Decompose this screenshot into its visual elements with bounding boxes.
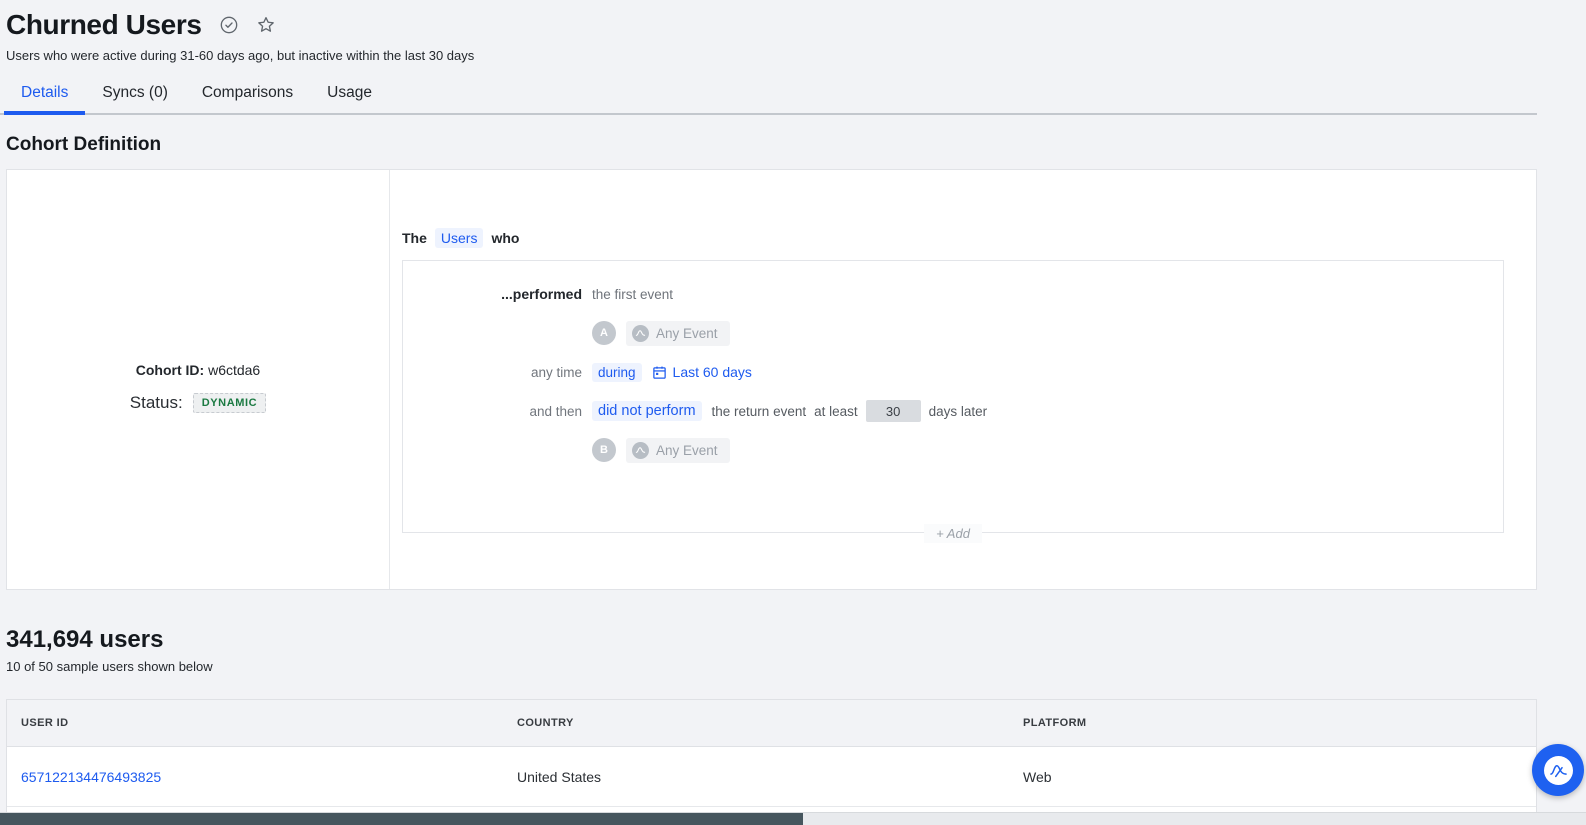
- first-event-hint: the first event: [592, 287, 673, 302]
- event-b-row: B Any Event: [403, 436, 1503, 464]
- clause-b-badge: B: [592, 438, 616, 462]
- tab-usage[interactable]: Usage: [310, 76, 389, 115]
- cohort-id: Cohort ID: w6ctda6: [136, 362, 260, 378]
- days-later-text: days later: [929, 404, 988, 419]
- horizontal-scrollbar-thumb[interactable]: [0, 813, 803, 825]
- tab-syncs[interactable]: Syncs (0): [85, 76, 184, 115]
- tabs-bar: Details Syncs (0) Comparisons Usage: [0, 76, 1537, 115]
- performed-label: ...performed: [403, 286, 582, 302]
- assistant-button[interactable]: [1532, 744, 1584, 796]
- sample-users-table: USER ID COUNTRY PLATFORM 657122134476493…: [6, 699, 1537, 822]
- date-range-label: Last 60 days: [673, 364, 752, 380]
- column-header-user-id: USER ID: [7, 717, 509, 729]
- return-event-text: the return event: [712, 404, 807, 419]
- table-row: 657122134476493825 United States Web: [7, 747, 1536, 807]
- cohort-definition-card: Cohort ID: w6ctda6 Status: DYNAMIC The U…: [6, 169, 1537, 590]
- any-event-icon: [632, 325, 649, 342]
- user-count-heading: 341,694 users: [6, 626, 1537, 654]
- cohort-meta-panel: Cohort ID: w6ctda6 Status: DYNAMIC: [7, 170, 390, 589]
- page-subtitle: Users who were active during 31-60 days …: [6, 48, 1537, 63]
- days-input[interactable]: [866, 400, 921, 422]
- add-clause-button[interactable]: + Add: [924, 524, 982, 543]
- then-row: and then did not perform the return even…: [403, 397, 1503, 425]
- event-a-label: Any Event: [656, 326, 718, 341]
- timeframe-row: any time during Last 60 days: [403, 358, 1503, 386]
- calendar-icon: [652, 365, 667, 380]
- column-header-platform: PLATFORM: [1015, 717, 1536, 729]
- clause-a-badge: A: [592, 321, 616, 345]
- status-label: Status:: [130, 393, 183, 413]
- verified-check-icon[interactable]: [219, 15, 239, 35]
- status-badge: DYNAMIC: [193, 393, 267, 413]
- tab-comparisons[interactable]: Comparisons: [185, 76, 310, 115]
- country-cell: United States: [509, 769, 1015, 785]
- any-event-icon: [632, 442, 649, 459]
- cohort-id-value: w6ctda6: [208, 362, 260, 378]
- amplitude-logo-icon: [1544, 756, 1573, 785]
- date-range-selector[interactable]: Last 60 days: [652, 364, 752, 380]
- horizontal-scrollbar-track[interactable]: [0, 812, 1586, 825]
- cohort-status: Status: DYNAMIC: [130, 393, 266, 413]
- cohort-builder-panel: The Users who ...performed the first eve…: [390, 170, 1536, 589]
- page-header: Churned Users Users who were active duri…: [0, 0, 1537, 63]
- did-not-perform-selector[interactable]: did not perform: [592, 401, 702, 421]
- event-b-label: Any Event: [656, 443, 718, 458]
- table-header-row: USER ID COUNTRY PLATFORM: [7, 700, 1536, 747]
- sample-users-note: 10 of 50 sample users shown below: [6, 659, 1537, 674]
- page-title: Churned Users: [6, 9, 202, 41]
- main-content: Churned Users Users who were active duri…: [0, 0, 1537, 822]
- favorite-star-icon[interactable]: [256, 15, 276, 35]
- sentence-prefix: The: [402, 230, 427, 246]
- event-a-selector[interactable]: Any Event: [626, 321, 730, 346]
- during-selector[interactable]: during: [592, 363, 642, 382]
- sentence-suffix: who: [491, 230, 519, 246]
- column-header-country: COUNTRY: [509, 717, 1015, 729]
- event-a-row: A Any Event: [403, 319, 1503, 347]
- tab-details[interactable]: Details: [4, 76, 85, 115]
- definition-clause-box: ...performed the first event A Any Event: [402, 260, 1504, 533]
- cohort-id-label: Cohort ID:: [136, 362, 204, 378]
- subject-selector[interactable]: Users: [435, 228, 484, 248]
- user-id-link[interactable]: 657122134476493825: [7, 769, 509, 785]
- anytime-label: any time: [403, 365, 582, 380]
- cohort-definition-heading: Cohort Definition: [6, 134, 1537, 156]
- at-least-text: at least: [814, 404, 858, 419]
- performed-row: ...performed the first event: [403, 280, 1503, 308]
- definition-sentence: The Users who: [402, 228, 1520, 248]
- andthen-label: and then: [403, 404, 582, 419]
- event-b-selector[interactable]: Any Event: [626, 438, 730, 463]
- platform-cell: Web: [1015, 769, 1536, 785]
